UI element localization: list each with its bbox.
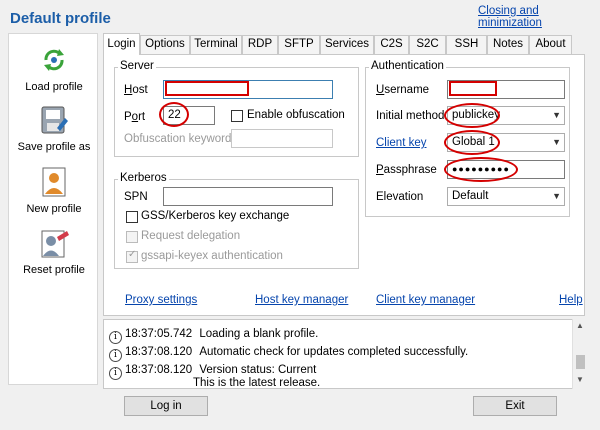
spn-input[interactable] bbox=[163, 187, 333, 206]
login-button[interactable]: Log in bbox=[124, 396, 208, 416]
checkmark-icon: ✓ bbox=[128, 249, 137, 260]
host-label: Host bbox=[124, 84, 148, 96]
help-link[interactable]: Help bbox=[559, 294, 583, 306]
save-profile-as-label: Save profile as bbox=[17, 141, 91, 153]
kerberos-group-title: Kerberos bbox=[118, 172, 169, 184]
exit-button-label: Exit bbox=[505, 400, 525, 412]
spn-label: SPN bbox=[124, 191, 148, 203]
server-group-title: Server bbox=[118, 60, 156, 72]
reset-profile-icon bbox=[41, 230, 69, 258]
log-time: 18:37:08.120 bbox=[125, 364, 193, 376]
log-message: Loading a blank profile. bbox=[199, 328, 319, 340]
login-panel: Server Host Port 22 Enable obfuscation O… bbox=[103, 54, 585, 316]
enable-obfuscation-checkbox[interactable] bbox=[231, 110, 243, 122]
tab-login[interactable]: Login bbox=[103, 33, 140, 55]
initial-method-highlight bbox=[444, 103, 500, 128]
tab-about[interactable]: About bbox=[529, 35, 572, 54]
port-label: Port bbox=[124, 111, 146, 123]
log-message: Version status: Current bbox=[199, 364, 317, 376]
tab-c2s[interactable]: C2S bbox=[374, 35, 409, 54]
tab-terminal[interactable]: Terminal bbox=[190, 35, 242, 54]
scroll-thumb[interactable] bbox=[576, 355, 585, 369]
chevron-down-icon: ▼ bbox=[552, 191, 561, 201]
log-message: Automatic check for updates completed su… bbox=[199, 346, 469, 358]
obfuscation-keyword-label: Obfuscation keyword bbox=[124, 133, 232, 145]
chevron-down-icon: ▼ bbox=[552, 137, 561, 147]
gssapi-keyex-checkbox[interactable]: ✓ bbox=[126, 249, 138, 263]
reset-profile-button[interactable]: Reset profile bbox=[9, 227, 99, 276]
host-redacted-mark bbox=[165, 81, 249, 96]
new-profile-label: New profile bbox=[26, 203, 82, 215]
log-entry: i 18:37:08.120 Automatic check for update… bbox=[109, 346, 468, 362]
authentication-group-title: Authentication bbox=[369, 60, 446, 72]
load-profile-button[interactable]: Load profile bbox=[9, 44, 99, 93]
info-icon: i bbox=[109, 331, 122, 344]
passphrase-highlight bbox=[444, 157, 518, 182]
proxy-settings-link[interactable]: Proxy settings bbox=[125, 294, 197, 306]
new-profile-button[interactable]: New profile bbox=[9, 166, 99, 215]
log-message-continued: This is the latest release. bbox=[193, 377, 321, 389]
host-key-manager-link[interactable]: Host key manager bbox=[255, 294, 348, 306]
username-redacted-mark bbox=[449, 81, 497, 96]
save-profile-as-button[interactable]: Save profile as bbox=[9, 104, 99, 153]
scroll-down-icon[interactable]: ▼ bbox=[576, 375, 584, 384]
tab-bar: Login Options Terminal RDP SFTP Services… bbox=[103, 33, 572, 55]
tab-s2c[interactable]: S2C bbox=[409, 35, 446, 54]
passphrase-label: Passphrase bbox=[376, 164, 437, 176]
tab-ssh[interactable]: SSH bbox=[446, 35, 487, 54]
obfuscation-keyword-input[interactable] bbox=[231, 129, 333, 148]
client-key-link[interactable]: Client key bbox=[376, 137, 427, 149]
closing-minimization-link[interactable]: Closing and minimization bbox=[478, 5, 600, 29]
chevron-down-icon: ▼ bbox=[552, 110, 561, 120]
info-icon: i bbox=[109, 349, 122, 362]
username-label: Username bbox=[376, 84, 430, 96]
log-time: 18:37:08.120 bbox=[125, 346, 193, 358]
gss-kerberos-checkbox[interactable] bbox=[126, 211, 138, 223]
initial-method-label: Initial method bbox=[376, 110, 445, 122]
enable-obfuscation-label: Enable obfuscation bbox=[247, 109, 345, 121]
log-entry: i 18:37:05.742 Loading a blank profile. bbox=[109, 328, 318, 344]
load-profile-label: Load profile bbox=[25, 81, 83, 93]
tab-rdp[interactable]: RDP bbox=[242, 35, 278, 54]
client-key-highlight bbox=[444, 130, 500, 155]
exit-button[interactable]: Exit bbox=[473, 396, 557, 416]
elevation-label: Elevation bbox=[376, 191, 424, 203]
log-scrollbar[interactable]: ▲ ▼ bbox=[572, 319, 588, 389]
tab-notes[interactable]: Notes bbox=[487, 35, 529, 54]
elevation-value: Default bbox=[452, 190, 489, 202]
request-delegation-checkbox[interactable] bbox=[126, 231, 138, 243]
elevation-select[interactable]: Default ▼ bbox=[447, 187, 565, 206]
info-icon: i bbox=[109, 367, 122, 380]
request-delegation-label: Request delegation bbox=[141, 230, 241, 242]
client-key-manager-link[interactable]: Client key manager bbox=[376, 294, 475, 306]
log-area: i 18:37:05.742 Loading a blank profile. i… bbox=[103, 319, 588, 389]
gss-kerberos-label: GSS/Kerberos key exchange bbox=[141, 210, 290, 222]
log-time: 18:37:05.742 bbox=[125, 328, 193, 340]
load-profile-icon bbox=[44, 49, 64, 71]
tab-sftp[interactable]: SFTP bbox=[278, 35, 320, 54]
tab-options[interactable]: Options bbox=[140, 35, 190, 54]
tab-services[interactable]: Services bbox=[320, 35, 374, 54]
gssapi-keyex-label: gssapi-keyex authentication bbox=[141, 250, 283, 262]
port-highlight bbox=[159, 102, 189, 127]
profile-sidebar: Load profile Save profile as New profile… bbox=[8, 33, 98, 385]
login-button-label: Log in bbox=[150, 400, 182, 412]
scroll-up-icon[interactable]: ▲ bbox=[576, 321, 584, 330]
save-profile-icon bbox=[41, 106, 68, 134]
window-title: Default profile bbox=[10, 10, 111, 27]
new-profile-icon bbox=[42, 167, 66, 197]
reset-profile-label: Reset profile bbox=[23, 264, 85, 276]
